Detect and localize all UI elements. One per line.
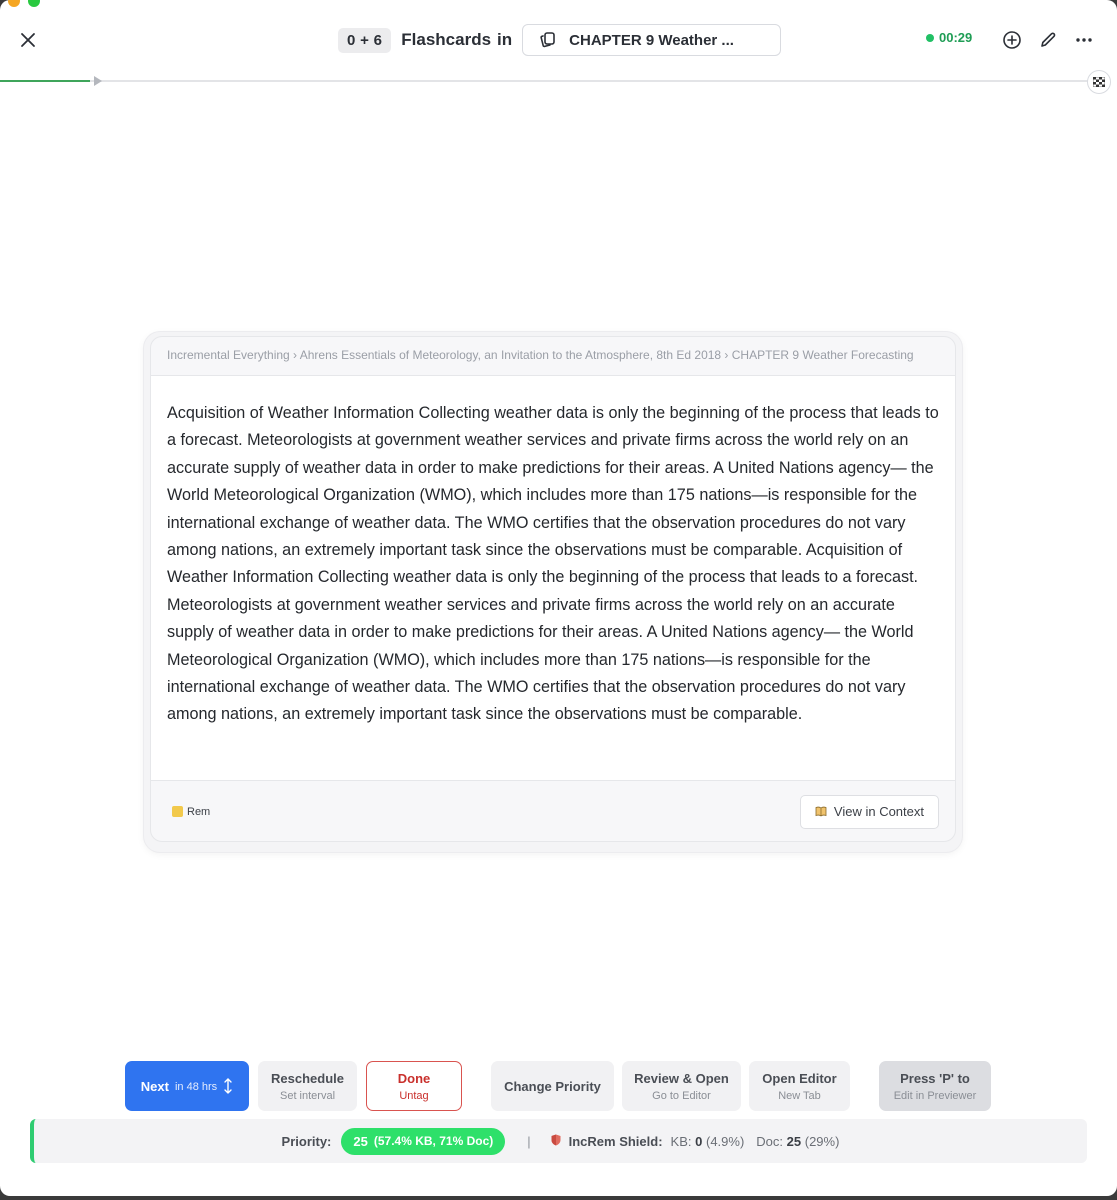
more-horizontal-icon	[1076, 38, 1092, 42]
increm-shield-label: IncRem Shield:	[568, 1133, 663, 1149]
kb-label: KB:	[670, 1133, 692, 1149]
document-picker[interactable]: CHAPTER 9 Weather ...	[522, 24, 782, 56]
reschedule-button[interactable]: Reschedule Set interval	[258, 1061, 357, 1111]
priority-label: Priority:	[281, 1133, 332, 1149]
done-button[interactable]: Done Untag	[366, 1061, 462, 1111]
flashcard: Incremental Everything › Ahrens Essentia…	[150, 336, 956, 842]
review-open-button[interactable]: Review & Open Go to Editor	[622, 1061, 741, 1111]
queue-count-badge: 0 + 6	[338, 27, 392, 53]
change-priority-button[interactable]: Change Priority	[491, 1061, 614, 1111]
close-icon	[21, 33, 35, 47]
more-options-button[interactable]	[1072, 28, 1096, 52]
reschedule-sublabel: Set interval	[279, 1089, 336, 1102]
add-circle-icon	[1003, 31, 1021, 49]
done-sublabel: Untag	[399, 1089, 429, 1102]
queue-progress-fill	[0, 80, 90, 82]
progress-marker-icon	[94, 76, 102, 86]
queue-in-word: in	[497, 30, 513, 49]
doc-percent: (29%)	[804, 1133, 840, 1149]
open-editor-button[interactable]: Open Editor New Tab	[749, 1061, 850, 1111]
next-button-label: Next	[140, 1078, 169, 1094]
book-icon	[815, 806, 827, 817]
status-separator: |	[527, 1133, 531, 1149]
doc-stat: Doc: 25 (29%)	[756, 1134, 839, 1149]
rem-chip[interactable]: Rem	[172, 806, 210, 818]
card-footer: Rem View in Context	[151, 780, 955, 841]
next-button-interval: in 48 hrs	[174, 1080, 218, 1093]
timer-value: 00:29	[939, 30, 973, 45]
priority-detail: (57.4% KB, 71% Doc)	[373, 1134, 494, 1148]
priority-pill[interactable]: 25 (57.4% KB, 71% Doc)	[341, 1127, 506, 1155]
queue-progress-track	[0, 76, 1095, 86]
rem-icon	[172, 806, 183, 817]
next-button[interactable]: Next in 48 hrs	[125, 1061, 249, 1111]
session-timer: 00:29	[926, 30, 972, 45]
maximize-icon[interactable]	[28, 0, 40, 7]
review-open-sublabel: Go to Editor	[652, 1089, 711, 1102]
window-controls	[8, 0, 40, 7]
card-content-text[interactable]: Acquisition of Weather Information Colle…	[167, 400, 939, 729]
shield-icon	[551, 1134, 561, 1149]
add-button[interactable]	[1000, 28, 1024, 52]
status-bar: Priority: 25 (57.4% KB, 71% Doc) | IncRe…	[30, 1119, 1087, 1163]
press-p-label: Press 'P' to	[900, 1070, 970, 1086]
edit-in-previewer-button[interactable]: Press 'P' to Edit in Previewer	[879, 1061, 991, 1111]
queue-header: 0 + 6 Flashcards in CHAPTER 9 Weather ..…	[338, 24, 782, 56]
up-down-arrow-icon	[224, 1078, 232, 1094]
checkered-flag-icon	[1093, 77, 1105, 87]
review-open-label: Review & Open	[634, 1070, 729, 1086]
press-p-sublabel: Edit in Previewer	[893, 1089, 977, 1102]
kb-percent: (4.9%)	[706, 1133, 745, 1149]
kb-value: 0	[695, 1133, 703, 1149]
documents-icon	[540, 32, 555, 48]
breadcrumb: Incremental Everything › Ahrens Essentia…	[151, 337, 955, 376]
open-editor-sublabel: New Tab	[778, 1089, 821, 1102]
timer-status-dot	[926, 33, 934, 42]
reschedule-label: Reschedule	[271, 1070, 344, 1086]
action-toolbar: Next in 48 hrs Reschedule Set interval D…	[0, 1061, 1117, 1111]
queue-title: Flashcards	[401, 30, 492, 49]
view-in-context-button[interactable]: View in Context	[799, 794, 939, 829]
change-priority-label: Change Priority	[504, 1078, 601, 1094]
minimize-icon[interactable]	[8, 0, 20, 7]
done-label: Done	[397, 1070, 431, 1086]
pencil-icon	[1041, 32, 1056, 47]
doc-label: Doc:	[756, 1133, 784, 1149]
kb-stat: KB: 0 (4.9%)	[671, 1134, 745, 1149]
view-in-context-label: View in Context	[833, 804, 924, 819]
card-body: Acquisition of Weather Information Colle…	[151, 376, 955, 780]
finish-flag-button[interactable]	[1087, 70, 1111, 94]
document-picker-label: CHAPTER 9 Weather ...	[569, 31, 734, 49]
priority-value: 25	[353, 1133, 368, 1149]
doc-value: 25	[786, 1133, 802, 1149]
app-window: 0 + 6 Flashcards in CHAPTER 9 Weather ..…	[0, 0, 1117, 1196]
edit-button[interactable]	[1036, 28, 1060, 52]
close-button[interactable]	[16, 28, 40, 52]
rem-chip-label: Rem	[187, 805, 211, 818]
open-editor-label: Open Editor	[762, 1070, 837, 1086]
